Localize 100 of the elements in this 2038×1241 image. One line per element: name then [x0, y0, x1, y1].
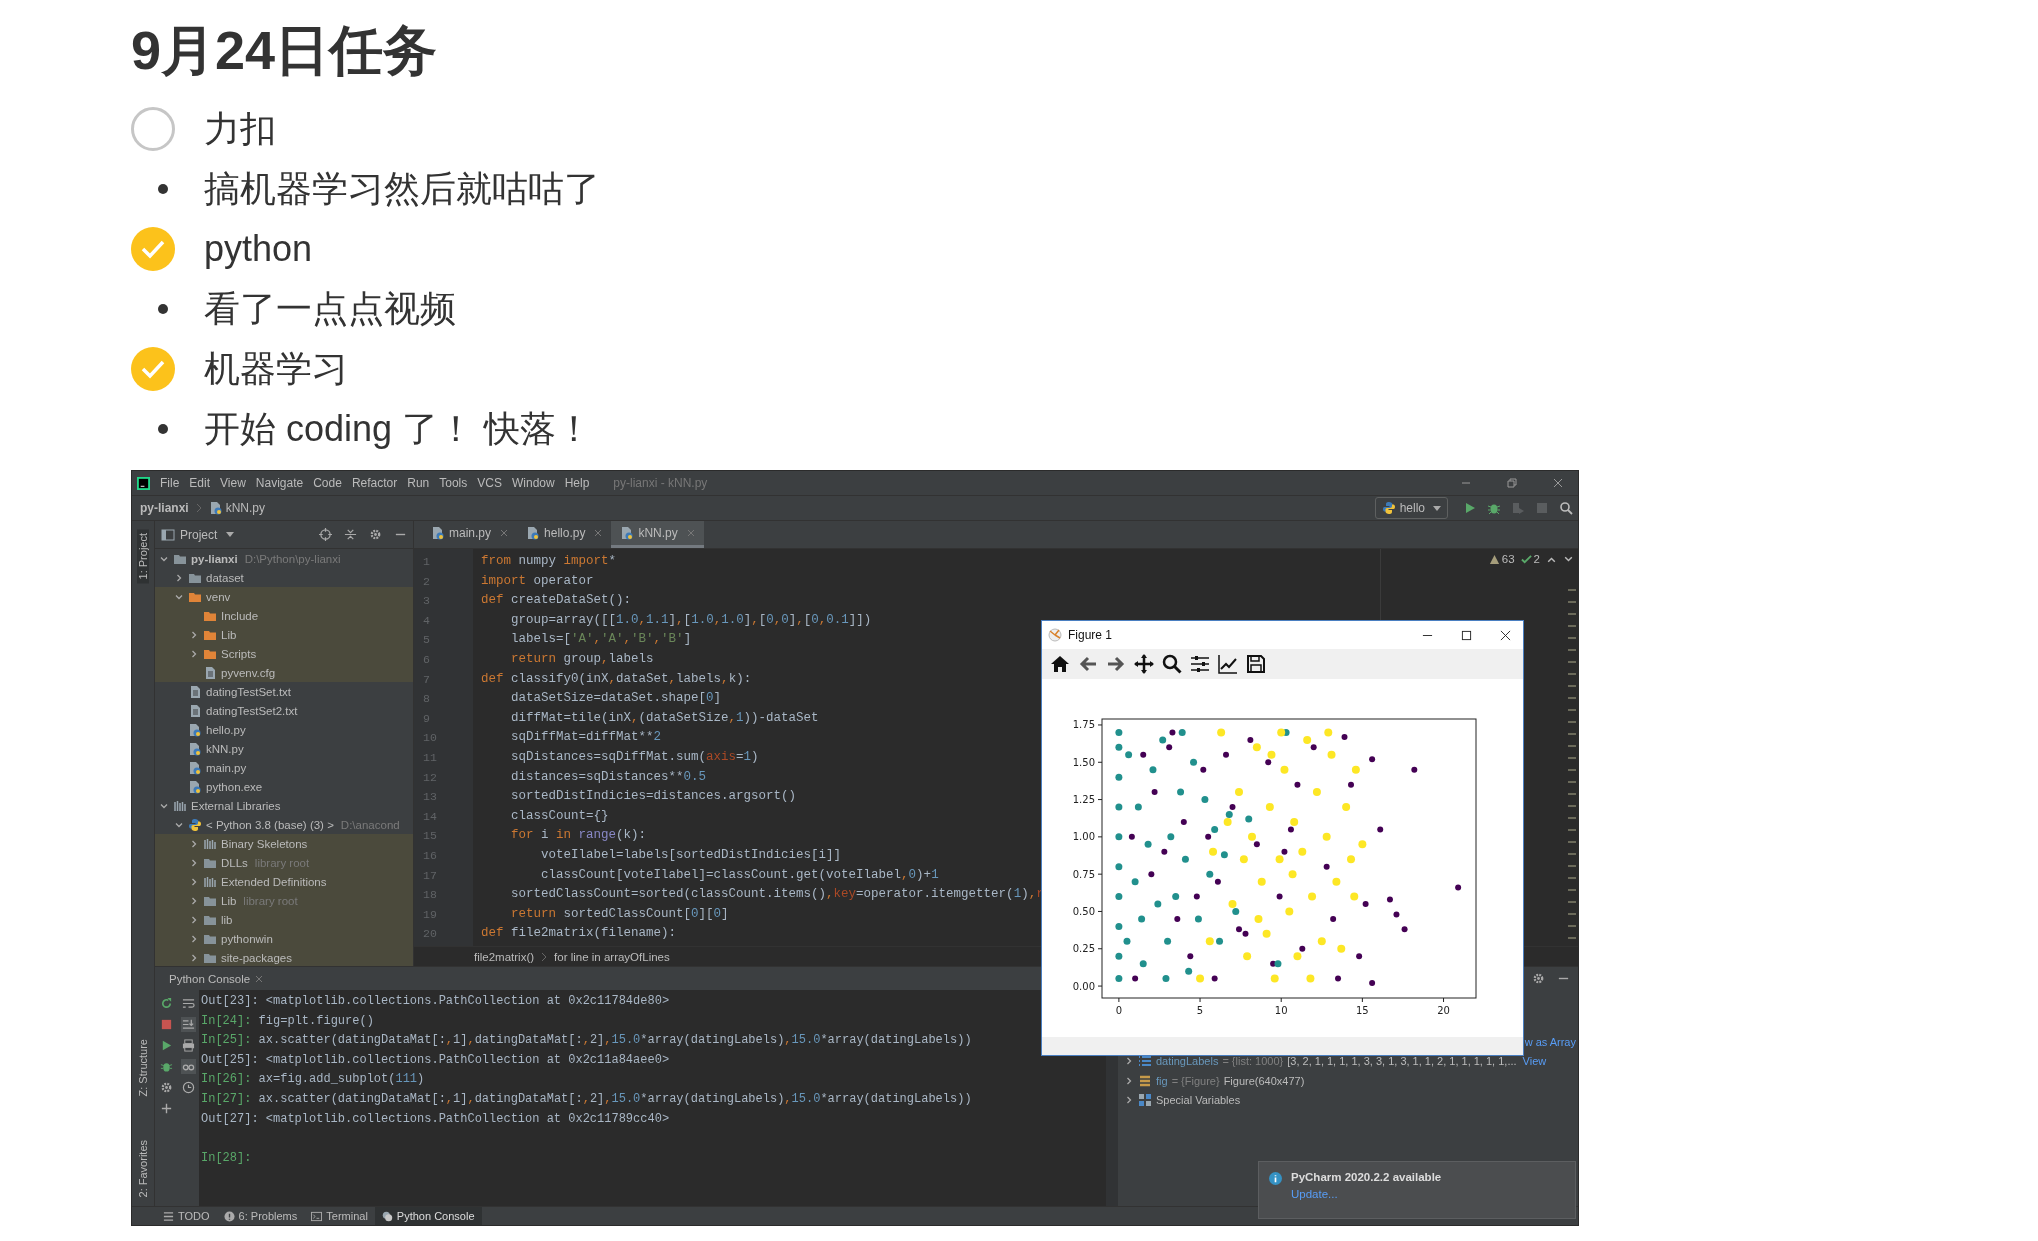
- code-line: group=array([[1.0,1.1],[1.0,1.0],[0,0],[0,0.1]]): [510, 611, 872, 629]
- page-title: 9月24日任务: [131, 19, 438, 82]
- console-line: In[27]: ax.scatter(datingDataMat[:,1],datingDataMat[:,2],15.0*array(datingLabels),15.0*array(datingLabels)): [201, 1090, 972, 1108]
- tree-item[interactable]: datingTestSet2.txt: [155, 701, 413, 720]
- code-line: from numpy import*: [481, 553, 617, 570]
- breadcrumb-item[interactable]: kNN.py: [208, 501, 266, 515]
- tree-item[interactable]: DLLs library root: [155, 853, 413, 872]
- console-line: Out[23]: <matplotlib.collections.PathCollection at 0x2c11784de80>: [201, 993, 670, 1010]
- tick-label: 15: [1356, 1005, 1369, 1016]
- tick-label: 1.00: [1072, 831, 1095, 843]
- menu-item[interactable]: Run: [407, 476, 430, 490]
- tree-item[interactable]: hello.py: [155, 720, 413, 739]
- tool-window-tab[interactable]: Z: Structure: [137, 1035, 149, 1101]
- tree-item[interactable]: pythonwin: [155, 929, 413, 948]
- tree-item[interactable]: Scripts: [155, 644, 413, 663]
- task-text: 机器学习: [204, 346, 348, 391]
- menu-item[interactable]: Help: [564, 476, 590, 490]
- editor-tab[interactable]: kNN.py: [611, 521, 704, 548]
- tick-label: 20: [1437, 1005, 1450, 1016]
- code-breadcrumb[interactable]: file2matrix(): [474, 950, 535, 963]
- tree-item[interactable]: site-packages: [155, 948, 413, 966]
- editor-tab[interactable]: main.py: [422, 521, 518, 548]
- code-line: labels=['A','A','B','B']: [510, 631, 692, 649]
- tree-item[interactable]: kNN.py: [155, 739, 413, 758]
- tree-item[interactable]: dataset: [155, 568, 413, 587]
- menu-item[interactable]: Tools: [439, 476, 468, 490]
- tree-item[interactable]: Lib library root: [155, 891, 413, 910]
- tree-item[interactable]: External Libraries: [155, 796, 413, 815]
- code-line: import operator: [481, 572, 594, 590]
- tool-window-tab[interactable]: 2: Favorites: [137, 1135, 149, 1202]
- tick-label: 0.25: [1072, 943, 1095, 955]
- code-line: for i in range(k):: [510, 827, 647, 845]
- window-title: py-lianxi - kNN.py: [613, 476, 708, 490]
- tree-item[interactable]: python.exe: [155, 777, 413, 796]
- tree-item[interactable]: Include: [155, 606, 413, 625]
- project-view-dropdown[interactable]: Project: [161, 527, 235, 542]
- task-text: python: [204, 228, 313, 270]
- code-line: def createDataSet():: [481, 592, 632, 610]
- menu-item[interactable]: VCS: [477, 476, 502, 490]
- tool-window-tab[interactable]: Terminal: [304, 1207, 375, 1225]
- tree-item[interactable]: pyvenv.cfg: [155, 663, 413, 682]
- bullet-text: 搞机器学习然后就咕咕了: [204, 166, 600, 211]
- tool-window-tab[interactable]: TODO: [156, 1207, 217, 1225]
- tree-item[interactable]: < Python 3.8 (base) (3) > D:\anacond: [155, 815, 413, 834]
- menu-item[interactable]: Code: [313, 476, 342, 490]
- console-line: Out[25]: <matplotlib.collections.PathCollection at 0x2c11a84aee0>: [201, 1051, 670, 1069]
- menu-item[interactable]: Edit: [189, 476, 211, 490]
- console-line: In[25]: ax.scatter(datingDataMat[:,1],datingDataMat[:,2],15.0*array(datingLabels),15.0*array(datingLabels)): [201, 1032, 972, 1050]
- warnings-count[interactable]: 63: [1488, 553, 1515, 565]
- tick-label: 1.75: [1072, 719, 1095, 731]
- tick-label: 0.00: [1072, 980, 1095, 992]
- tool-window-tab[interactable]: 1: Project: [137, 529, 149, 584]
- notification-title: PyCharm 2020.2.2 available: [1291, 1171, 1442, 1183]
- menu-item[interactable]: Navigate: [255, 476, 304, 490]
- variable-row[interactable]: datingLabels = {list: 1000} [3, 2, 1, 1, 1, 1, 3, 3, 1, 3, 1, 1, 2, 1, 1, 1, 1, 1,... View: [1124, 1051, 1578, 1071]
- variable-row[interactable]: fig = {Figure} Figure(640x477): [1124, 1071, 1578, 1091]
- bullet-text: 看了一点点视频: [204, 286, 456, 331]
- tree-item[interactable]: main.py: [155, 758, 413, 777]
- tree-item[interactable]: datingTestSet.txt: [155, 682, 413, 701]
- console-line: In[26]: ax=fig.add_subplot(111): [201, 1071, 425, 1089]
- variable-row[interactable]: Special Variables: [1124, 1090, 1578, 1110]
- code-line: classCount[voteIlabel]=classCount.get(voteIlabel,0)+1: [540, 866, 939, 884]
- console-tab[interactable]: Python Console: [169, 972, 264, 985]
- tree-item[interactable]: venv: [155, 587, 413, 606]
- code-line: def file2matrix(filename):: [481, 925, 677, 943]
- tick-label: 5: [1196, 1005, 1204, 1016]
- tree-item[interactable]: lib: [155, 910, 413, 929]
- view-as-array-link[interactable]: w as Array: [1524, 1035, 1576, 1048]
- menu-item[interactable]: File: [160, 476, 180, 490]
- console-line: Out[27]: <matplotlib.collections.PathCollection at 0x2c11789cc40>: [201, 1110, 670, 1128]
- tree-item[interactable]: Lib: [155, 625, 413, 644]
- menu-item[interactable]: Refactor: [351, 476, 398, 490]
- code-line: voteIlabel=labels[sortedDistIndicies[i]]: [540, 846, 842, 864]
- tree-item[interactable]: py-lianxi D:\Python\py-lianxi: [155, 549, 413, 568]
- bullet-text: 开始 coding 了！ 快落！: [204, 406, 593, 451]
- code-line: distances=sqDistances**0.5: [510, 768, 707, 786]
- typos-count[interactable]: 2: [1520, 553, 1540, 565]
- code-line: return group,labels: [510, 650, 654, 668]
- menu-item[interactable]: View: [220, 476, 246, 490]
- code-line: classCount={}: [510, 807, 609, 825]
- code-breadcrumb[interactable]: for line in arrayOfLines: [554, 950, 670, 963]
- task-text: 力扣: [204, 106, 276, 151]
- code-line: diffMat=tile(inX,(dataSetSize,1))-dataSet: [510, 709, 819, 727]
- tick-label: 10: [1274, 1005, 1288, 1016]
- tick-label: 0.50: [1072, 905, 1095, 917]
- tree-item[interactable]: Binary Skeletons: [155, 834, 413, 853]
- figure-title: Figure 1: [1068, 628, 1113, 642]
- tool-window-tab[interactable]: Python Console: [374, 1207, 482, 1225]
- code-line: sqDiffMat=diffMat**2: [510, 729, 662, 747]
- code-line: def classify0(inX,dataSet,labels,k):: [481, 670, 752, 688]
- tree-item[interactable]: Extended Definitions: [155, 872, 413, 891]
- run-config-dropdown[interactable]: hello: [1374, 497, 1448, 519]
- tool-window-tab[interactable]: 6: Problems: [216, 1207, 305, 1225]
- update-link[interactable]: Update...: [1291, 1188, 1338, 1200]
- breadcrumb-item[interactable]: py-lianxi: [140, 501, 189, 515]
- editor-tab[interactable]: hello.py: [517, 521, 612, 548]
- code-line: dataSetSize=dataSet.shape[0]: [510, 690, 722, 708]
- code-line: sqDistances=sqDiffMat.sum(axis=1): [510, 748, 759, 766]
- console-line: In[28]:: [201, 1149, 252, 1167]
- menu-item[interactable]: Window: [511, 476, 555, 490]
